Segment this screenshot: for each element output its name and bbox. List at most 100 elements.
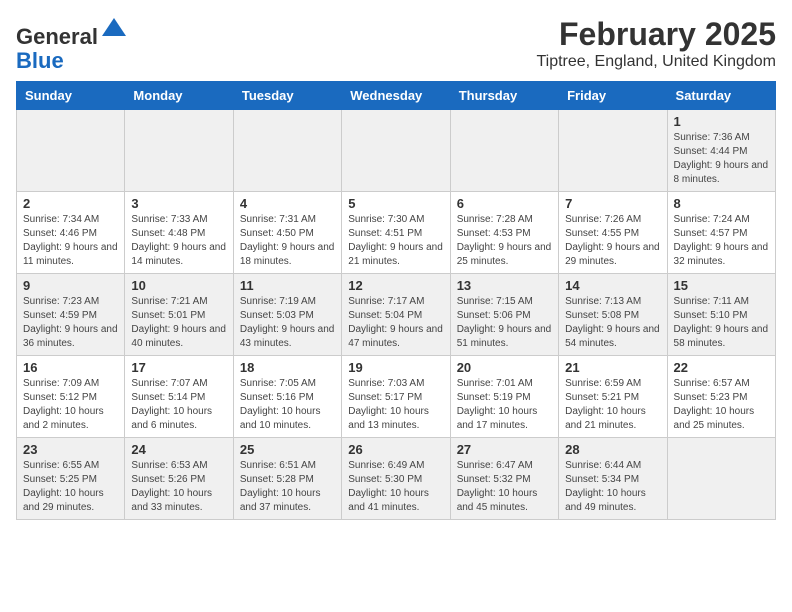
calendar-cell: 2 Sunrise: 7:34 AM Sunset: 4:46 PM Daylig…	[17, 192, 125, 274]
day-number: 12	[348, 278, 443, 293]
day-number: 8	[674, 196, 769, 211]
day-number: 13	[457, 278, 552, 293]
day-number: 27	[457, 442, 552, 457]
day-number: 21	[565, 360, 660, 375]
day-number: 16	[23, 360, 118, 375]
calendar-title: February 2025	[536, 16, 776, 53]
day-number: 18	[240, 360, 335, 375]
calendar-cell: 11 Sunrise: 7:19 AM Sunset: 5:03 PM Dayli…	[233, 274, 341, 356]
calendar-cell: 15 Sunrise: 7:11 AM Sunset: 5:10 PM Dayli…	[667, 274, 775, 356]
calendar-week-2: 9 Sunrise: 7:23 AM Sunset: 4:59 PM Daylig…	[17, 274, 776, 356]
calendar-cell: 14 Sunrise: 7:13 AM Sunset: 5:08 PM Dayli…	[559, 274, 667, 356]
calendar-table: SundayMondayTuesdayWednesdayThursdayFrid…	[16, 81, 776, 520]
day-number: 14	[565, 278, 660, 293]
day-number: 15	[674, 278, 769, 293]
calendar-cell: 12 Sunrise: 7:17 AM Sunset: 5:04 PM Dayli…	[342, 274, 450, 356]
day-info: Sunrise: 7:13 AM Sunset: 5:08 PM Dayligh…	[565, 295, 660, 351]
day-info: Sunrise: 7:30 AM Sunset: 4:51 PM Dayligh…	[348, 213, 443, 269]
day-info: Sunrise: 7:21 AM Sunset: 5:01 PM Dayligh…	[131, 295, 226, 351]
day-info: Sunrise: 7:28 AM Sunset: 4:53 PM Dayligh…	[457, 213, 552, 269]
calendar-cell: 19Sunrise: 7:03 AM Sunset: 5:17 PM Dayli…	[342, 356, 450, 438]
calendar-week-3: 16 Sunrise: 7:09 AM Sunset: 5:12 PM Dayli…	[17, 356, 776, 438]
weekday-header-row: SundayMondayTuesdayWednesdayThursdayFrid…	[17, 82, 776, 110]
logo: General Blue	[16, 16, 128, 73]
calendar-cell	[450, 110, 558, 192]
weekday-header-tuesday: Tuesday	[233, 82, 341, 110]
day-info: Sunrise: 7:11 AM Sunset: 5:10 PM Dayligh…	[674, 295, 769, 351]
day-number: 5	[348, 196, 443, 211]
day-number: 1	[674, 114, 769, 129]
calendar-cell: 28 Sunrise: 6:44 AM Sunset: 5:34 PM Dayli…	[559, 438, 667, 520]
calendar-cell: 5 Sunrise: 7:30 AM Sunset: 4:51 PM Daylig…	[342, 192, 450, 274]
calendar-cell	[17, 110, 125, 192]
day-info: Sunrise: 6:51 AM Sunset: 5:28 PM Dayligh…	[240, 459, 335, 515]
day-info: Sunrise: 7:03 AM Sunset: 5:17 PM Dayligh…	[348, 377, 443, 433]
weekday-header-thursday: Thursday	[450, 82, 558, 110]
day-number: 25	[240, 442, 335, 457]
logo-general: General	[16, 24, 98, 49]
calendar-week-1: 2 Sunrise: 7:34 AM Sunset: 4:46 PM Daylig…	[17, 192, 776, 274]
calendar-cell: 9 Sunrise: 7:23 AM Sunset: 4:59 PM Daylig…	[17, 274, 125, 356]
calendar-cell: 24 Sunrise: 6:53 AM Sunset: 5:26 PM Dayli…	[125, 438, 233, 520]
day-number: 23	[23, 442, 118, 457]
page-header: General Blue February 2025 Tiptree, Engl…	[16, 16, 776, 73]
day-number: 26	[348, 442, 443, 457]
day-info: Sunrise: 6:53 AM Sunset: 5:26 PM Dayligh…	[131, 459, 226, 515]
day-number: 7	[565, 196, 660, 211]
day-number: 4	[240, 196, 335, 211]
day-info: Sunrise: 6:55 AM Sunset: 5:25 PM Dayligh…	[23, 459, 118, 515]
day-info: Sunrise: 7:07 AM Sunset: 5:14 PM Dayligh…	[131, 377, 226, 433]
day-info: Sunrise: 6:57 AM Sunset: 5:23 PM Dayligh…	[674, 377, 769, 433]
day-number: 2	[23, 196, 118, 211]
day-info: Sunrise: 6:59 AM Sunset: 5:21 PM Dayligh…	[565, 377, 660, 433]
day-info: Sunrise: 7:23 AM Sunset: 4:59 PM Dayligh…	[23, 295, 118, 351]
day-info: Sunrise: 7:31 AM Sunset: 4:50 PM Dayligh…	[240, 213, 335, 269]
logo-blue: Blue	[16, 48, 64, 73]
day-info: Sunrise: 7:33 AM Sunset: 4:48 PM Dayligh…	[131, 213, 226, 269]
day-number: 10	[131, 278, 226, 293]
weekday-header-sunday: Sunday	[17, 82, 125, 110]
calendar-week-0: 1 Sunrise: 7:36 AM Sunset: 4:44 PM Daylig…	[17, 110, 776, 192]
day-info: Sunrise: 6:47 AM Sunset: 5:32 PM Dayligh…	[457, 459, 552, 515]
day-info: Sunrise: 7:19 AM Sunset: 5:03 PM Dayligh…	[240, 295, 335, 351]
day-number: 24	[131, 442, 226, 457]
calendar-cell: 20 Sunrise: 7:01 AM Sunset: 5:19 PM Dayli…	[450, 356, 558, 438]
day-info: Sunrise: 7:17 AM Sunset: 5:04 PM Dayligh…	[348, 295, 443, 351]
day-info: Sunrise: 7:26 AM Sunset: 4:55 PM Dayligh…	[565, 213, 660, 269]
day-info: Sunrise: 7:05 AM Sunset: 5:16 PM Dayligh…	[240, 377, 335, 433]
calendar-cell: 26 Sunrise: 6:49 AM Sunset: 5:30 PM Dayli…	[342, 438, 450, 520]
calendar-cell	[233, 110, 341, 192]
weekday-header-monday: Monday	[125, 82, 233, 110]
day-number: 28	[565, 442, 660, 457]
calendar-cell: 21 Sunrise: 6:59 AM Sunset: 5:21 PM Dayli…	[559, 356, 667, 438]
day-info: Sunrise: 7:01 AM Sunset: 5:19 PM Dayligh…	[457, 377, 552, 433]
calendar-cell: 4 Sunrise: 7:31 AM Sunset: 4:50 PM Daylig…	[233, 192, 341, 274]
calendar-cell: 8 Sunrise: 7:24 AM Sunset: 4:57 PM Daylig…	[667, 192, 775, 274]
day-info: Sunrise: 7:09 AM Sunset: 5:12 PM Dayligh…	[23, 377, 118, 433]
day-number: 17	[131, 360, 226, 375]
calendar-cell	[125, 110, 233, 192]
title-block: February 2025 Tiptree, England, United K…	[536, 16, 776, 71]
calendar-cell	[667, 438, 775, 520]
day-info: Sunrise: 7:24 AM Sunset: 4:57 PM Dayligh…	[674, 213, 769, 269]
calendar-cell	[559, 110, 667, 192]
day-number: 11	[240, 278, 335, 293]
day-info: Sunrise: 7:15 AM Sunset: 5:06 PM Dayligh…	[457, 295, 552, 351]
day-info: Sunrise: 6:49 AM Sunset: 5:30 PM Dayligh…	[348, 459, 443, 515]
day-number: 6	[457, 196, 552, 211]
calendar-cell: 7 Sunrise: 7:26 AM Sunset: 4:55 PM Daylig…	[559, 192, 667, 274]
day-info: Sunrise: 7:36 AM Sunset: 4:44 PM Dayligh…	[674, 131, 769, 187]
day-number: 20	[457, 360, 552, 375]
weekday-header-wednesday: Wednesday	[342, 82, 450, 110]
calendar-cell: 6 Sunrise: 7:28 AM Sunset: 4:53 PM Daylig…	[450, 192, 558, 274]
calendar-cell: 3Sunrise: 7:33 AM Sunset: 4:48 PM Daylig…	[125, 192, 233, 274]
calendar-cell: 10 Sunrise: 7:21 AM Sunset: 5:01 PM Dayli…	[125, 274, 233, 356]
calendar-week-4: 23 Sunrise: 6:55 AM Sunset: 5:25 PM Dayli…	[17, 438, 776, 520]
calendar-cell: 1 Sunrise: 7:36 AM Sunset: 4:44 PM Daylig…	[667, 110, 775, 192]
calendar-subtitle: Tiptree, England, United Kingdom	[536, 53, 776, 71]
day-info: Sunrise: 7:34 AM Sunset: 4:46 PM Dayligh…	[23, 213, 118, 269]
weekday-header-saturday: Saturday	[667, 82, 775, 110]
logo-icon	[100, 16, 128, 44]
day-number: 9	[23, 278, 118, 293]
day-info: Sunrise: 6:44 AM Sunset: 5:34 PM Dayligh…	[565, 459, 660, 515]
